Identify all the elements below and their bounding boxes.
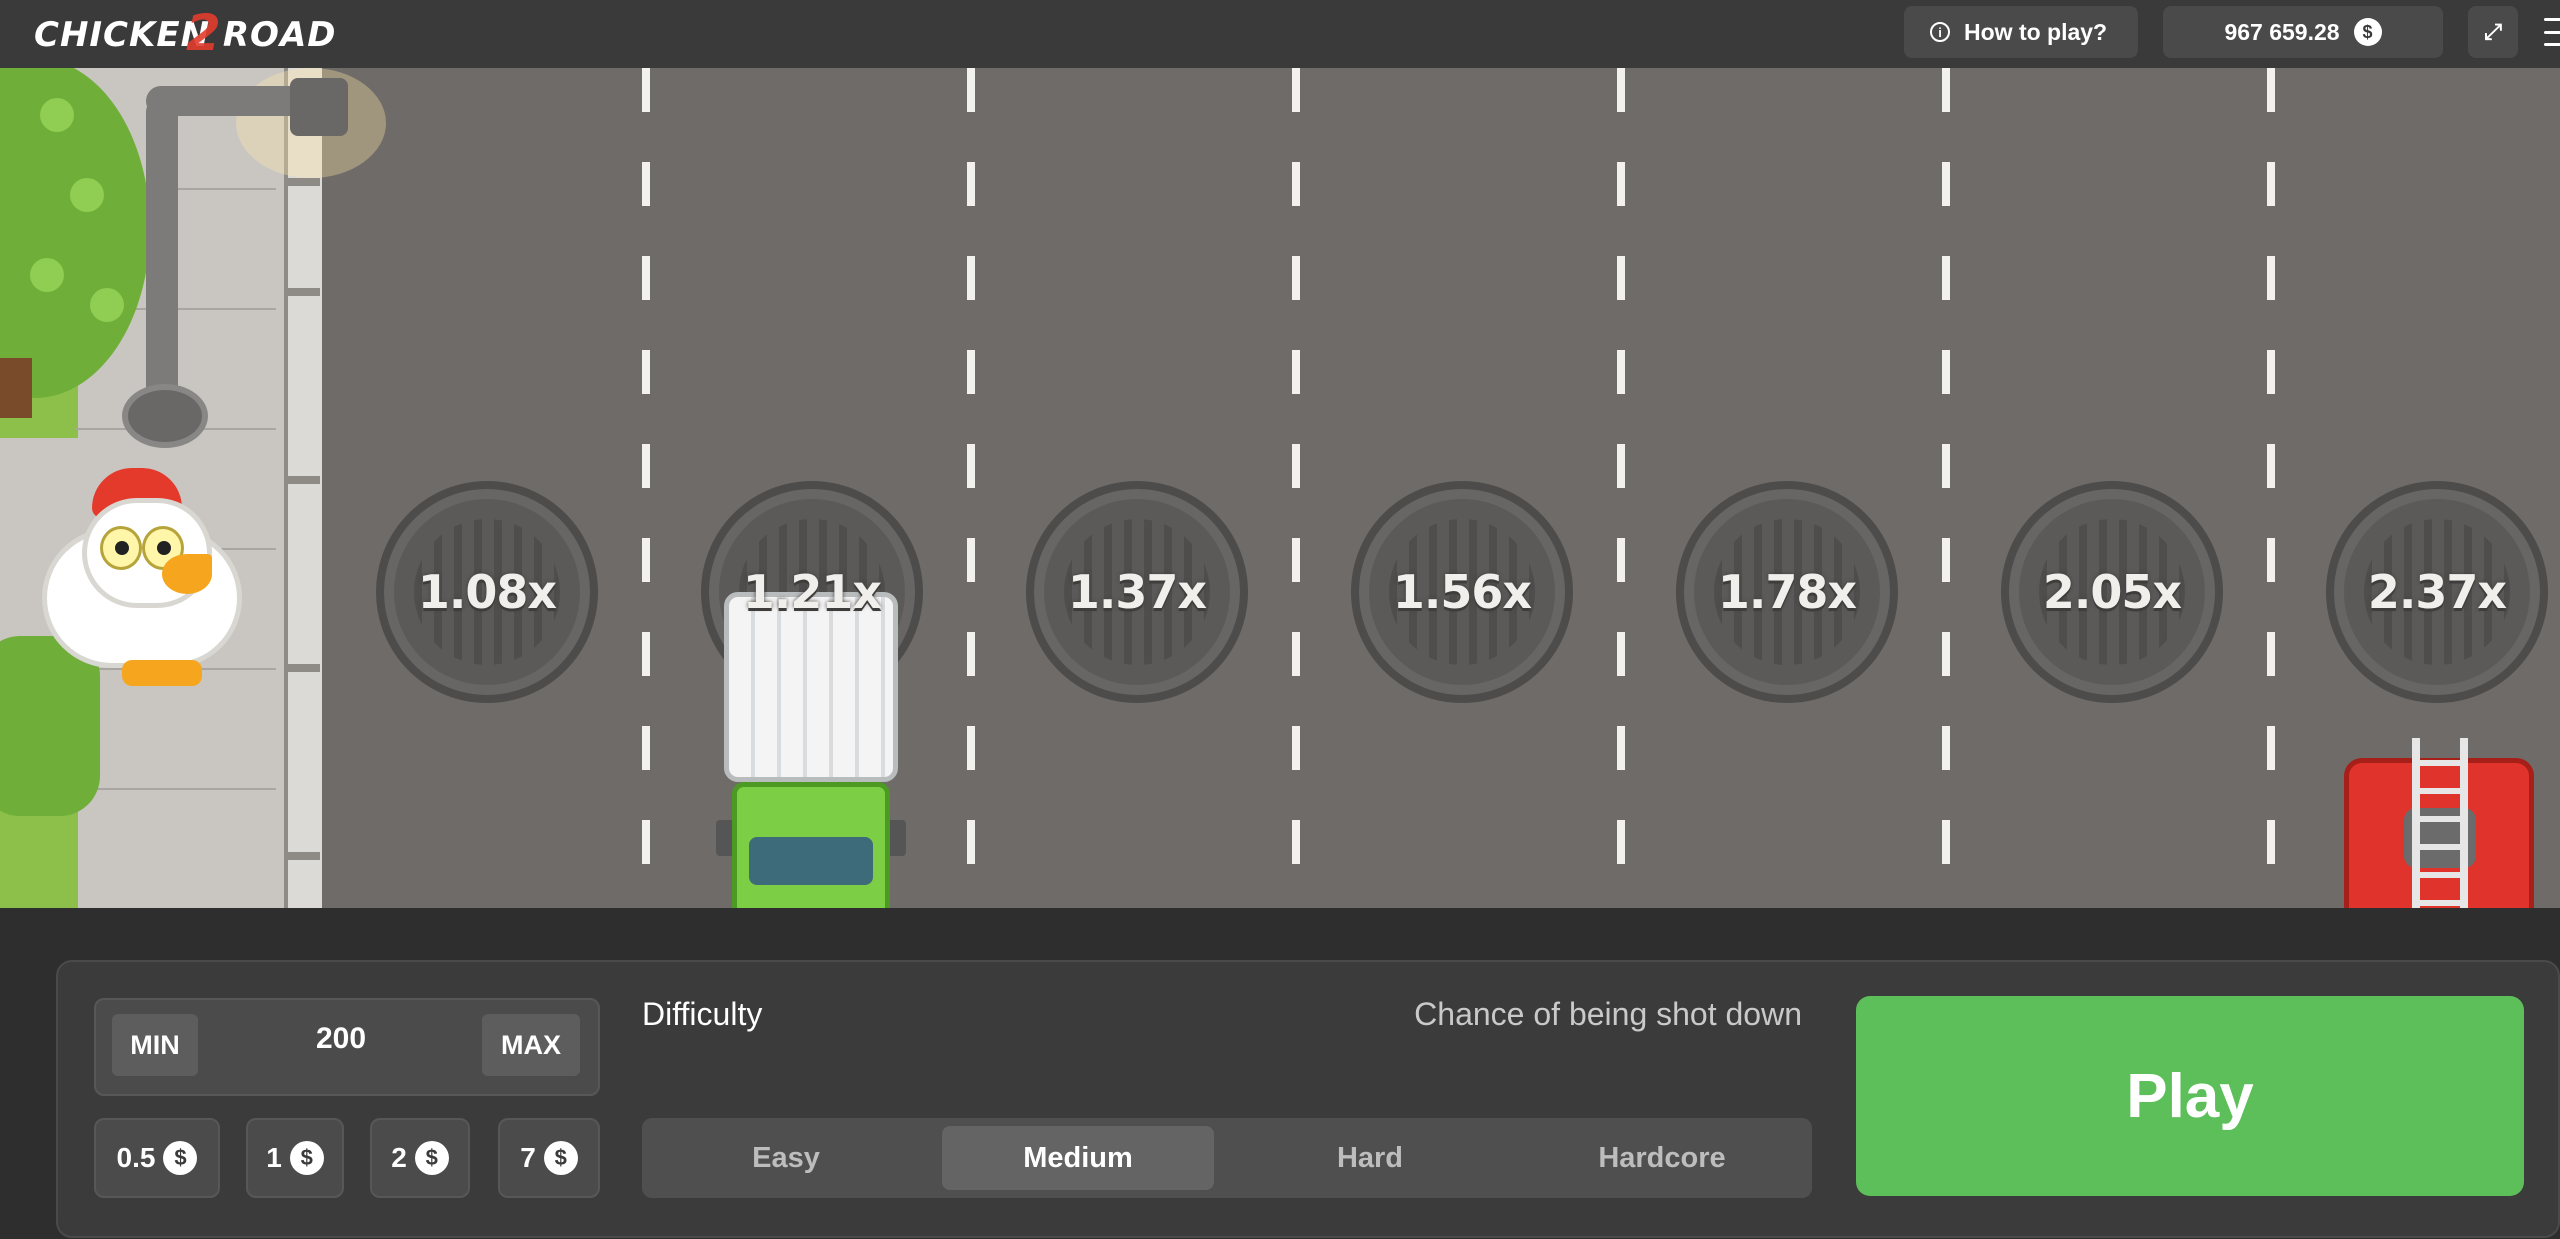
multiplier-manhole[interactable]: 1.56x xyxy=(1351,481,1573,703)
dollar-coin-icon: $ xyxy=(2353,18,2382,46)
dollar-coin-icon: $ xyxy=(289,1141,324,1175)
fullscreen-icon: ⤢ xyxy=(2484,19,2502,44)
lane-divider xyxy=(1292,68,1300,908)
control-area: MIN 200 MAX 0.5 $ 1 $ 2 $ 7 $ Difficulty… xyxy=(0,908,2560,1239)
street-lamp xyxy=(146,98,178,418)
top-bar: 2 CHICKEN ROAD i How to play? 967 659.28… xyxy=(0,0,2560,68)
fullscreen-button[interactable]: ⤢ xyxy=(2468,6,2518,58)
lane-divider xyxy=(642,68,650,908)
difficulty-selector: Easy Medium Hard Hardcore xyxy=(642,1118,1812,1198)
difficulty-option-medium[interactable]: Medium xyxy=(942,1126,1214,1190)
fire-truck-vehicle xyxy=(2344,738,2534,908)
lane-divider xyxy=(2267,68,2275,908)
play-button[interactable]: Play xyxy=(1856,996,2524,1196)
balance-display[interactable]: 967 659.28 $ xyxy=(2163,6,2443,58)
truck-vehicle xyxy=(716,592,906,908)
bet-panel: MIN 200 MAX 0.5 $ 1 $ 2 $ 7 $ Difficulty… xyxy=(56,960,2560,1238)
lane-divider xyxy=(1617,68,1625,908)
min-bet-button[interactable]: MIN xyxy=(112,1014,198,1076)
chicken-character xyxy=(42,468,242,688)
info-icon: i xyxy=(1930,22,1950,42)
multiplier-manhole[interactable]: 2.37x xyxy=(2326,481,2548,703)
difficulty-option-easy[interactable]: Easy xyxy=(650,1126,922,1190)
lane-divider xyxy=(967,68,975,908)
multiplier-manhole[interactable]: 1.37x xyxy=(1026,481,1248,703)
quick-bet-chip[interactable]: 1 $ xyxy=(246,1118,344,1198)
dollar-coin-icon: $ xyxy=(163,1141,198,1175)
logo-number: 2 xyxy=(186,4,221,62)
multiplier-manhole[interactable]: 1.78x xyxy=(1676,481,1898,703)
game-board: 1.08x 1.21x 1.37x 1.56x 1.78x 2.05x 2.37… xyxy=(0,68,2560,908)
bet-amount-input[interactable]: 200 xyxy=(216,1022,466,1056)
multiplier-manhole[interactable]: 2.05x xyxy=(2001,481,2223,703)
max-bet-button[interactable]: MAX xyxy=(482,1014,580,1076)
balance-value: 967 659.28 xyxy=(2224,18,2340,45)
game-logo: 2 CHICKEN ROAD xyxy=(34,4,337,62)
multiplier-manhole[interactable]: 1.08x xyxy=(376,481,598,703)
quick-bet-chip[interactable]: 0.5 $ xyxy=(94,1118,220,1198)
quick-bet-chip[interactable]: 7 $ xyxy=(498,1118,600,1198)
curb xyxy=(284,68,322,908)
how-to-play-label: How to play? xyxy=(1964,18,2108,45)
lane-divider xyxy=(1942,68,1950,908)
tree-trunk xyxy=(0,358,32,418)
difficulty-option-hard[interactable]: Hard xyxy=(1234,1126,1506,1190)
difficulty-option-hardcore[interactable]: Hardcore xyxy=(1526,1126,1798,1190)
chance-label: Chance of being shot down xyxy=(1414,996,1802,1032)
menu-icon[interactable] xyxy=(2544,18,2560,46)
difficulty-label: Difficulty xyxy=(642,996,763,1032)
bet-amount-box: MIN 200 MAX xyxy=(94,998,600,1096)
quick-bet-chip[interactable]: 2 $ xyxy=(370,1118,470,1198)
how-to-play-button[interactable]: i How to play? xyxy=(1904,6,2138,58)
dollar-coin-icon: $ xyxy=(414,1141,449,1175)
dollar-coin-icon: $ xyxy=(543,1141,578,1175)
